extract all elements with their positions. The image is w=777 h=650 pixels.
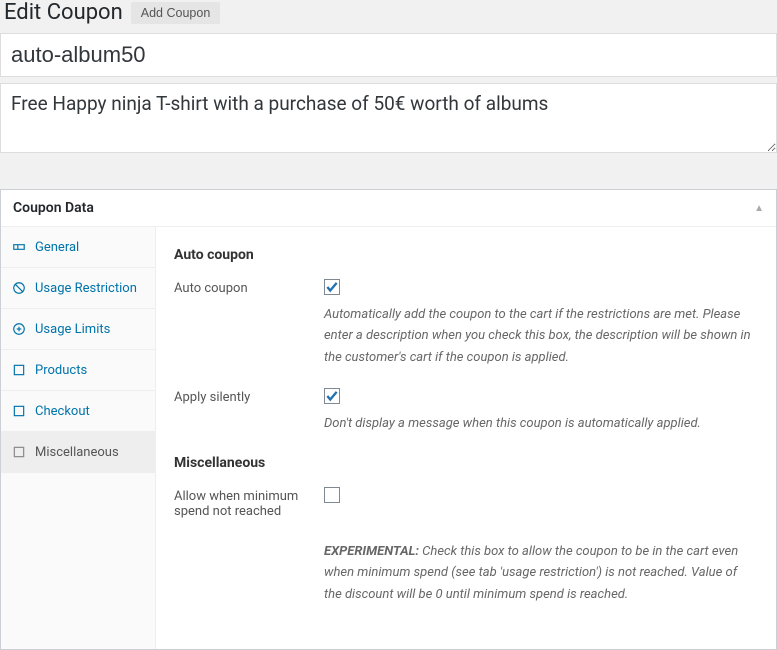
coupon-description-textarea[interactable]: Free Happy ninja T-shirt with a purchase… <box>0 83 777 153</box>
ticket-icon <box>11 239 27 255</box>
field-help-auto-coupon: Automatically add the coupon to the cart… <box>324 304 758 368</box>
page-title: Edit Coupon <box>4 0 123 25</box>
experimental-badge: EXPERIMENTAL: <box>324 544 419 559</box>
tab-general[interactable]: General <box>1 227 155 268</box>
field-label-auto-coupon: Auto coupon <box>174 279 324 296</box>
allow-min-spend-checkbox[interactable] <box>324 487 340 503</box>
tab-label: Products <box>35 363 87 378</box>
tab-content: Auto coupon Auto coupon Automatically ad… <box>156 227 776 649</box>
add-coupon-button[interactable]: Add Coupon <box>131 2 221 24</box>
no-entry-icon <box>11 280 27 296</box>
panel-title: Coupon Data <box>13 200 94 216</box>
tab-label: Checkout <box>35 404 90 419</box>
tab-usage-restriction[interactable]: Usage Restriction <box>1 268 155 309</box>
square-icon <box>11 362 27 378</box>
coupon-code-input[interactable] <box>0 33 777 77</box>
field-help-allow-min-spend: EXPERIMENTAL: Check this box to allow th… <box>324 541 758 605</box>
section-heading-miscellaneous: Miscellaneous <box>174 455 758 471</box>
coupon-data-panel: Coupon Data ▲ General Usage Restriction <box>0 189 777 650</box>
square-icon <box>11 444 27 460</box>
tab-checkout[interactable]: Checkout <box>1 391 155 432</box>
tab-products[interactable]: Products <box>1 350 155 391</box>
page-header: Edit Coupon Add Coupon <box>0 0 777 33</box>
tabs-sidebar: General Usage Restriction Usage Limits <box>1 227 156 649</box>
auto-coupon-checkbox[interactable] <box>324 279 340 295</box>
section-heading-auto-coupon: Auto coupon <box>174 247 758 263</box>
panel-toggle-icon[interactable]: ▲ <box>754 203 764 214</box>
panel-header: Coupon Data ▲ <box>1 190 776 227</box>
tab-label: General <box>35 240 79 255</box>
plus-circle-icon <box>11 321 27 337</box>
tab-miscellaneous[interactable]: Miscellaneous <box>1 432 155 473</box>
field-help-apply-silently: Don't display a message when this coupon… <box>324 413 758 434</box>
apply-silently-checkbox[interactable] <box>324 388 340 404</box>
field-label-allow-min-spend: Allow when minimum spend not reached <box>174 487 324 519</box>
tab-label: Usage Restriction <box>35 281 137 296</box>
square-icon <box>11 403 27 419</box>
tab-label: Usage Limits <box>35 322 110 337</box>
field-label-apply-silently: Apply silently <box>174 388 324 405</box>
tab-label: Miscellaneous <box>35 445 119 460</box>
tab-usage-limits[interactable]: Usage Limits <box>1 309 155 350</box>
